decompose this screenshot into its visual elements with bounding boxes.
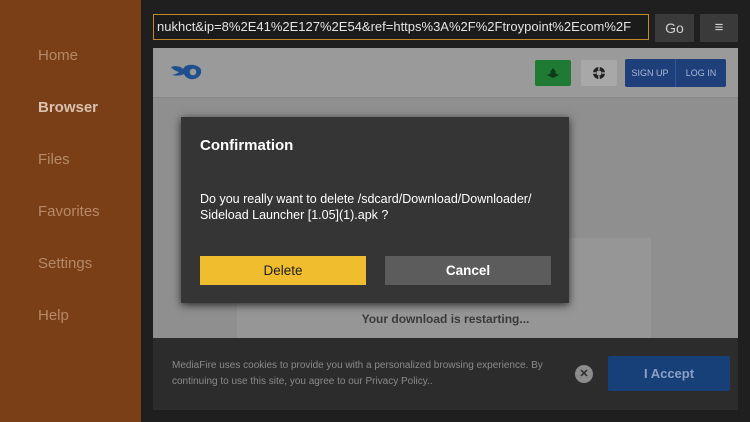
support-icon [593, 67, 605, 79]
app-window: Home Browser Files Favorites Settings He… [0, 0, 750, 422]
dialog-message-line1: Do you really want to delete /sdcard/Dow… [200, 192, 532, 206]
sidebar-item-files[interactable]: Files [38, 151, 70, 168]
download-icon [547, 68, 559, 78]
sidebar: Home Browser Files Favorites Settings He… [0, 0, 141, 422]
restart-message: Your download is restarting... [361, 312, 530, 326]
page-header: SIGN UP LOG IN [153, 48, 738, 98]
delete-button[interactable]: Delete [200, 256, 366, 285]
support-button[interactable] [581, 60, 617, 86]
dialog-message: Do you really want to delete /sdcard/Dow… [200, 191, 560, 223]
cancel-button[interactable]: Cancel [385, 256, 551, 285]
sidebar-item-browser[interactable]: Browser [38, 99, 98, 116]
url-input[interactable]: nukhct&ip=8%2E41%2E127%2E54&ref=https%3A… [153, 14, 649, 40]
close-icon[interactable]: ✕ [575, 365, 593, 383]
dialog-message-line2: Sideload Launcher [1.05](1).apk ? [200, 208, 389, 222]
menu-button[interactable]: ≡ [700, 14, 738, 42]
accept-button[interactable]: I Accept [608, 356, 730, 391]
go-button[interactable]: Go [655, 14, 694, 42]
sidebar-item-settings[interactable]: Settings [38, 255, 92, 272]
sidebar-item-home[interactable]: Home [38, 47, 78, 64]
sidebar-item-help[interactable]: Help [38, 307, 69, 324]
mediafire-logo-icon[interactable] [169, 62, 203, 82]
hamburger-menu-icon: ≡ [714, 19, 724, 36]
cookie-text: MediaFire uses cookies to provide you wi… [172, 360, 543, 387]
auth-button-group: SIGN UP LOG IN [625, 59, 726, 87]
signup-button[interactable]: SIGN UP [625, 59, 675, 87]
cookie-banner: MediaFire uses cookies to provide you wi… [153, 338, 738, 410]
sidebar-item-favorites[interactable]: Favorites [38, 203, 100, 220]
confirmation-dialog: Confirmation Do you really want to delet… [181, 117, 569, 303]
login-button[interactable]: LOG IN [675, 59, 726, 87]
dialog-title: Confirmation [200, 137, 294, 154]
download-button[interactable] [535, 60, 571, 86]
